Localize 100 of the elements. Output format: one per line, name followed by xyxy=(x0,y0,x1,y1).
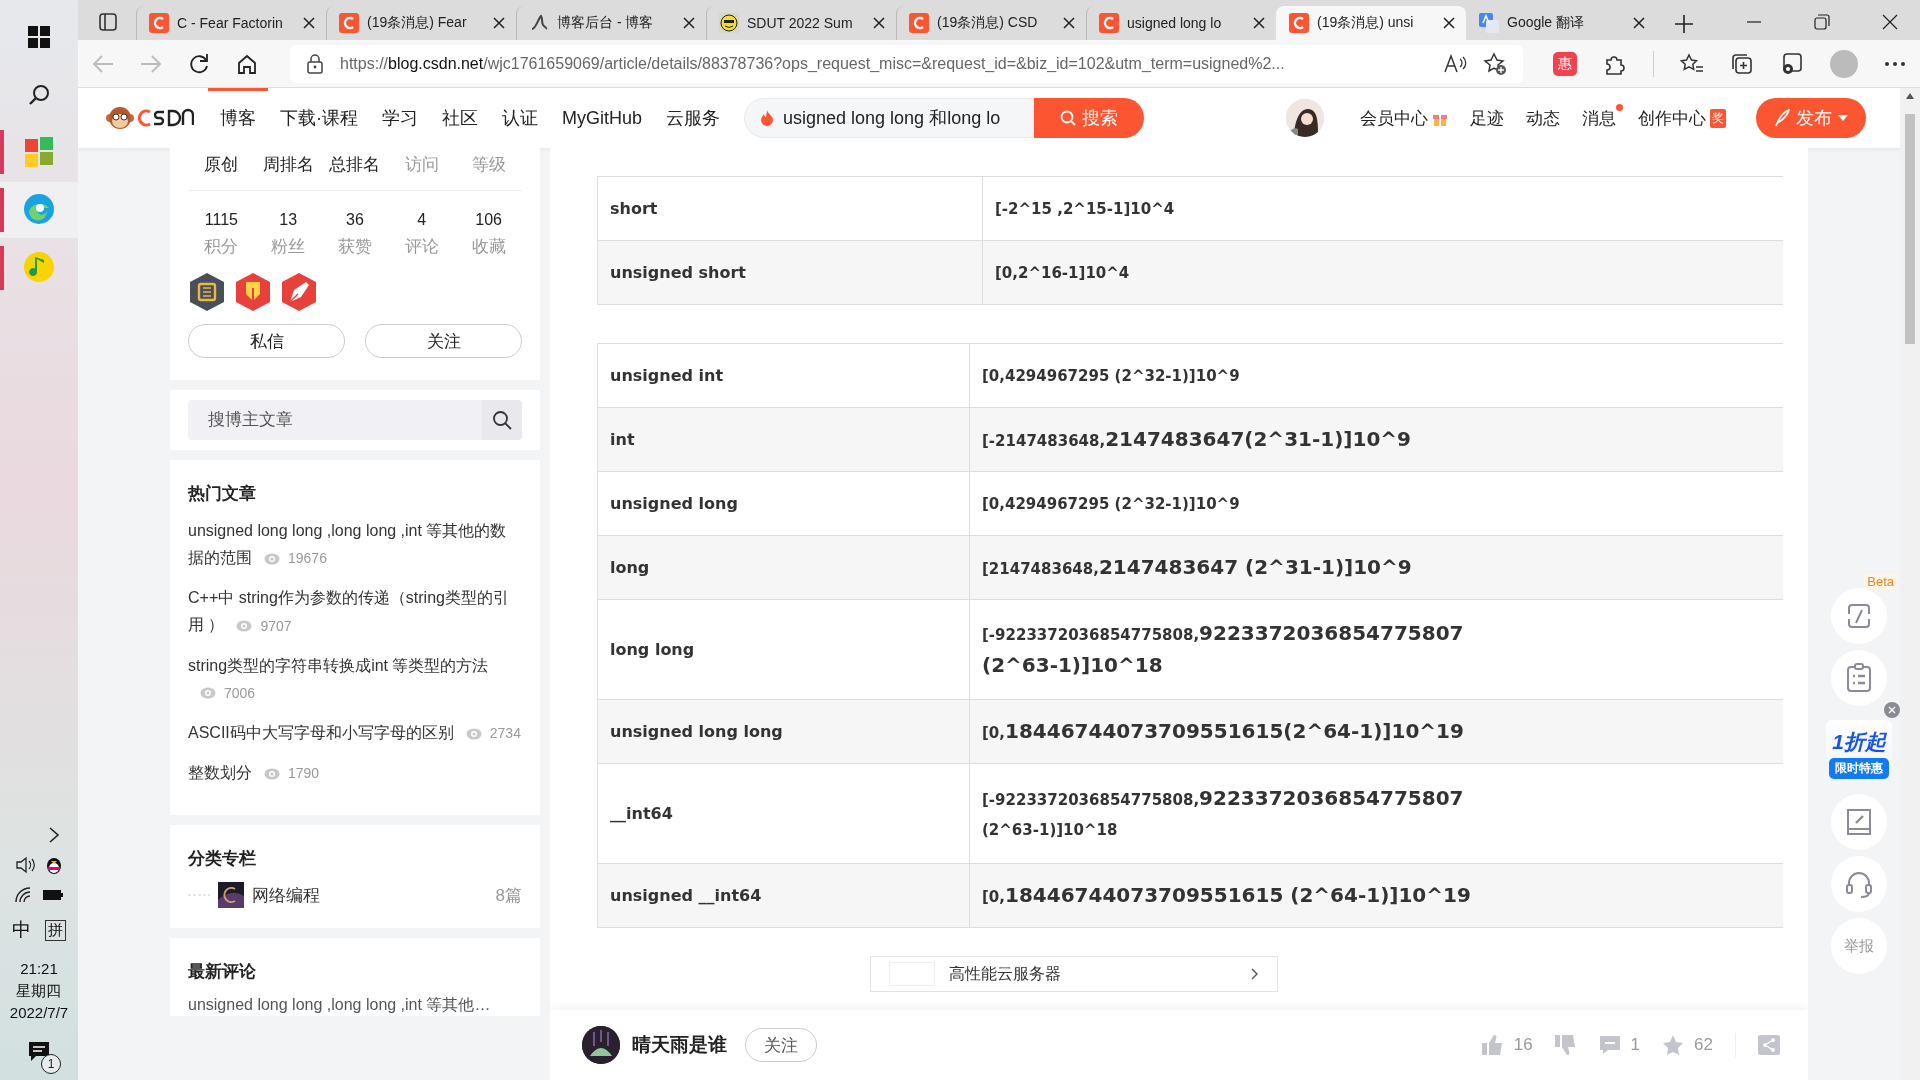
browser-tab[interactable]: Google 翻译 xyxy=(1466,6,1656,40)
csdn-logo-icon xyxy=(1099,13,1119,33)
monkey-logo-icon[interactable] xyxy=(106,105,134,131)
penguin-icon[interactable] xyxy=(45,855,63,875)
stat-heading: 周排名 xyxy=(261,154,315,176)
star-icon[interactable] xyxy=(1662,1035,1685,1055)
thumbs-up-icon[interactable] xyxy=(1481,1035,1504,1055)
battery-icon[interactable] xyxy=(42,888,64,902)
nav-link[interactable]: 云服务 xyxy=(654,88,732,148)
nav-link[interactable]: MyGitHub xyxy=(550,88,654,148)
tab-actions-icon[interactable] xyxy=(98,12,118,32)
keyboard-layout-indicator[interactable]: 拼 xyxy=(45,919,66,941)
stat-heading: 原创 xyxy=(203,154,240,176)
close-icon[interactable] xyxy=(1442,16,1456,30)
promo-banner[interactable]: 1折起 限时特惠 xyxy=(1826,720,1892,780)
stat-heading: 等级 xyxy=(470,154,507,176)
table-cell: [0,4294967295 (2^32-1)]10^9 xyxy=(969,471,1783,536)
stat-count: 62 xyxy=(1694,1035,1713,1055)
home-icon[interactable] xyxy=(236,52,258,75)
header-link[interactable]: 会员中心 xyxy=(1360,106,1428,130)
more-icon[interactable] xyxy=(1884,60,1906,67)
stat-value: 1115 xyxy=(203,211,239,229)
section-title: 最新评论 xyxy=(188,961,257,984)
table-cell: [0,4294967295 (2^32-1)]10^9 xyxy=(969,343,1783,408)
author-avatar[interactable] xyxy=(582,1026,620,1064)
new-tab-icon[interactable] xyxy=(1674,14,1694,34)
windows-logo-icon[interactable] xyxy=(28,26,50,48)
address-bar[interactable]: https://blog.csdn.net/wjc1761659069/article/details/88378736?ops_request_misc=&request_id=&biz_id=102&utm_term=usigned%2... xyxy=(290,44,1523,83)
search-icon xyxy=(1060,110,1076,126)
music-note-icon[interactable] xyxy=(23,251,55,285)
close-icon[interactable] xyxy=(302,16,316,30)
ie-mode-icon[interactable] xyxy=(1780,51,1804,76)
close-icon[interactable] xyxy=(1252,16,1266,30)
comment-link[interactable]: unsigned long long ,long long ,int 等其他… xyxy=(188,995,522,1017)
nav-link[interactable]: 下载·课程 xyxy=(268,88,370,148)
stat-heading: 访问 xyxy=(403,154,440,176)
clock-time[interactable]: 21:21 xyxy=(20,958,58,980)
extension-icon[interactable]: 惠 xyxy=(1553,51,1577,76)
article-link[interactable]: C++中 string作为参数的传递（string类型的引用 ） 9707 xyxy=(188,584,522,640)
browser-tab[interactable]: (19条消息) unsi xyxy=(1276,6,1466,40)
header-link[interactable]: 动态 xyxy=(1526,106,1560,130)
article-link[interactable]: ASCII码中大写字母和小写字母的区别 2734 xyxy=(188,718,522,748)
clock-date[interactable]: 2022/7/7 xyxy=(9,1002,69,1024)
read-aloud-icon[interactable] xyxy=(1443,53,1467,74)
view-count: 9707 xyxy=(260,616,292,636)
notebook-pencil-icon xyxy=(1846,808,1872,836)
stat-label: 收藏 xyxy=(470,236,507,258)
restore-icon[interactable] xyxy=(1814,14,1830,30)
nav-link[interactable]: 学习 xyxy=(370,88,430,148)
header-link[interactable]: 消息 xyxy=(1582,106,1616,130)
header-link[interactable]: 创作中心 xyxy=(1638,106,1706,130)
chevron-right-icon[interactable] xyxy=(48,826,60,844)
app-grid-icon[interactable] xyxy=(23,135,55,169)
stat-label: 积分 xyxy=(203,236,240,258)
category-link[interactable]: 网络编程 xyxy=(252,883,320,907)
tab-title: C - Fear Factorin xyxy=(177,15,284,31)
search-icon[interactable] xyxy=(28,84,50,106)
clock-weekday[interactable]: 星期四 xyxy=(16,980,62,1002)
clipboard-list-icon xyxy=(1846,663,1872,693)
nav-link[interactable]: 认证 xyxy=(490,88,550,148)
add-favorite-icon[interactable] xyxy=(1483,51,1507,76)
message-button[interactable]: 私信 xyxy=(188,324,345,358)
article-link[interactable]: unsigned long long ,long long ,int 等其他的数据的范围 19676 xyxy=(188,517,522,573)
table-cell: unsigned __int64 xyxy=(597,863,970,928)
close-icon[interactable] xyxy=(682,16,696,30)
csdn-logo-icon xyxy=(909,13,929,33)
user-avatar[interactable] xyxy=(1286,99,1324,137)
close-icon[interactable] xyxy=(1882,14,1898,30)
chevron-right-icon xyxy=(1251,968,1259,980)
reload-icon[interactable] xyxy=(188,52,210,75)
close-icon[interactable] xyxy=(492,16,506,30)
thumbs-down-icon[interactable] xyxy=(1554,1035,1577,1055)
eye-icon xyxy=(264,552,280,565)
search-field[interactable]: usigned long long 和long lo xyxy=(744,98,1034,138)
edge-browser-icon[interactable] xyxy=(23,193,55,227)
input-mode-indicator[interactable]: 中 xyxy=(12,917,31,943)
recommendation-card[interactable]: 高性能云服务器 xyxy=(870,956,1278,992)
scroll-up-icon[interactable] xyxy=(1905,92,1915,100)
scan-icon xyxy=(1845,602,1873,630)
article-link[interactable]: 整数划分 1790 xyxy=(188,759,522,788)
follow-button[interactable]: 关注 xyxy=(745,1028,817,1062)
close-icon[interactable] xyxy=(872,16,886,30)
header-link[interactable]: 足迹 xyxy=(1470,106,1504,130)
hexagon-badge-icon xyxy=(188,272,226,312)
speaker-icon[interactable] xyxy=(15,856,37,874)
blog-search-field[interactable]: 搜博主文章 xyxy=(188,400,482,440)
author-name[interactable]: 晴天雨是谁 xyxy=(632,1032,727,1058)
collections-icon[interactable] xyxy=(1730,51,1754,76)
scrollbar-thumb[interactable] xyxy=(1905,114,1915,344)
csdn-wordmark-icon[interactable] xyxy=(138,107,194,129)
close-icon[interactable] xyxy=(1632,16,1646,30)
stat-count: 16 xyxy=(1513,1035,1533,1055)
article-link[interactable]: string类型的字符串转换成int 等类型的方法 7006 xyxy=(188,651,522,707)
scrollbar[interactable] xyxy=(1900,88,1920,1080)
smiley-icon xyxy=(719,13,739,33)
notes-button[interactable] xyxy=(1831,650,1887,706)
nav-link[interactable]: 社区 xyxy=(430,88,490,148)
follow-button[interactable]: 关注 xyxy=(365,324,522,358)
close-icon[interactable] xyxy=(1062,16,1076,30)
search-icon[interactable] xyxy=(492,410,512,430)
